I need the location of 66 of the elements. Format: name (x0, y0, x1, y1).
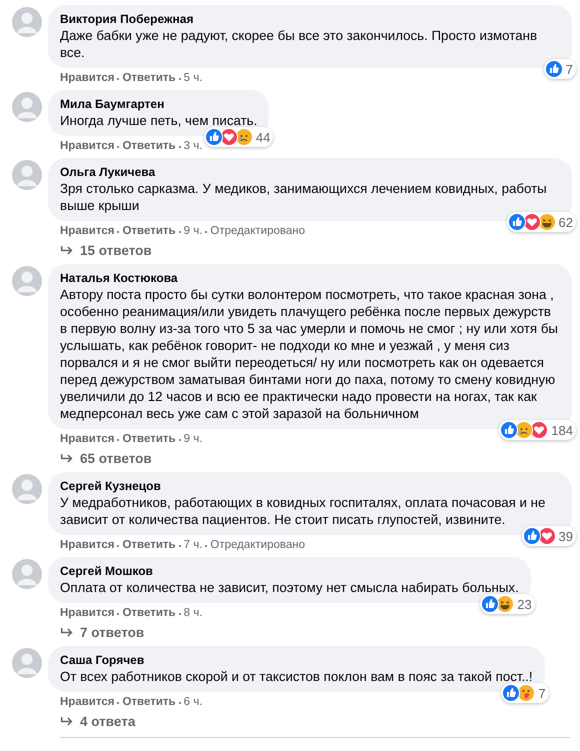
reply-arrow-icon (60, 716, 74, 727)
reactions-badge[interactable]: 7 (501, 683, 549, 703)
comment-action-link[interactable]: Нравится (60, 71, 114, 86)
avatar-icon[interactable] (12, 7, 42, 37)
comment-time[interactable]: 9 ч. (184, 224, 202, 239)
comment-text: Иногда лучше петь, чем писать. (60, 112, 258, 129)
comment-action-link[interactable]: Нравится (60, 139, 114, 154)
comment-time[interactable]: 8 ч. (184, 606, 202, 621)
comment-text: У медработников, работающих в ковидных госпиталях, оплата почасовая и не зависит от количества пациентов. Не стоит писать глупостей, извините. (60, 494, 546, 528)
reactions-badge[interactable]: 23 (480, 594, 535, 614)
comment-action-link[interactable]: Ответить (122, 695, 176, 710)
comment-text: Даже бабки уже не радуют, скорее бы все это закончилось. Просто измотанв все. (60, 27, 538, 61)
reaction-count: 62 (558, 214, 573, 230)
avatar-icon[interactable] (12, 92, 42, 122)
comment-text: Зря столько сарказма. У медиков, занимающихся лечением ковидных, работы выше крыши (60, 180, 548, 214)
reactions-badge[interactable]: 62 (506, 212, 576, 232)
author-name[interactable]: Виктория Побережная (60, 11, 560, 27)
comment-action-link[interactable]: Нравится (60, 606, 114, 621)
comment-action-link[interactable]: Ответить (122, 224, 176, 239)
comment-time[interactable]: 3 ч. (184, 139, 202, 154)
comment-time[interactable]: 5 ч. (184, 71, 202, 86)
author-name[interactable]: Сергей Мошков (60, 563, 519, 579)
comment-action-link[interactable]: Ответить (122, 538, 176, 553)
reactions-badge[interactable]: 184 (499, 420, 576, 440)
comment-action-link[interactable]: Нравится (60, 224, 114, 239)
reaction-count: 7 (538, 686, 546, 700)
reply-arrow-icon (60, 245, 74, 256)
comment-action-link[interactable]: Нравится (60, 538, 114, 553)
author-name[interactable]: Наталья Костюкова (60, 270, 560, 286)
comment-action-link[interactable]: Ответить (122, 606, 176, 621)
reactions-badge[interactable]: 7 (544, 59, 576, 79)
avatar-icon[interactable] (12, 266, 42, 296)
reaction-count: 23 (517, 596, 532, 612)
avatar-icon[interactable] (12, 160, 42, 190)
comment-action-link[interactable]: Нравится (60, 695, 114, 710)
avatar-icon[interactable] (12, 474, 42, 504)
comment-action-link[interactable]: Ответить (122, 432, 176, 447)
author-name[interactable]: Сергей Кузнецов (60, 478, 560, 494)
reply-arrow-icon (60, 453, 74, 464)
comment-text: Автору поста просто бы сутки волонтером посмотреть, что такое красная зона , особенно реанимация/или увидеть плачущего ребёнка после первых дежурств в первую волну из-за того что 5 за час умерли и помочь не смог ; ну или хотя бы услышать, как ребёнок говорит- не подходи ко мне и уезжай , у меня сиз порвался и я не смог выйти переодеться/ ну или посмотреть как он одевается перед дежурством заматывая бинтами ноги до паха, потому то смену ковидную увеличили до 12 часов и всю ее практически надо провести на ногах, так как медперсонал весь уже сам с этой заразой на больничном (60, 286, 559, 422)
view-replies-link[interactable]: 7 ответов (60, 625, 144, 640)
reactions-badge[interactable]: 44 (204, 127, 274, 147)
edited-label: Отредактировано (210, 224, 306, 239)
avatar-icon[interactable] (12, 648, 42, 678)
author-name[interactable]: Саша Горячев (60, 652, 533, 668)
view-replies-link[interactable]: 65 ответов (60, 451, 152, 466)
comment-action-link[interactable]: Нравится (60, 432, 114, 447)
comment-text: Оплата от количества не зависит, поэтому нет смысла набирать больных. (60, 579, 519, 596)
reply-arrow-icon (60, 627, 74, 638)
edited-label: Отредактировано (210, 538, 306, 553)
comment-action-link[interactable]: Ответить (122, 139, 176, 154)
comment-text: От всех работников скорой и от таксистов поклон вам в пояс за такой пост..! (60, 668, 533, 685)
reaction-count: 7 (566, 62, 573, 76)
reactions-badge[interactable]: 39 (522, 526, 576, 546)
comment-action-link[interactable]: Ответить (122, 71, 176, 86)
comment-time[interactable]: 7 ч. (184, 538, 202, 553)
reaction-count: 44 (256, 130, 270, 144)
author-name[interactable]: Мила Баумгартен (60, 96, 258, 112)
author-name[interactable]: Ольга Лукичева (60, 164, 560, 180)
reaction-count: 39 (558, 528, 573, 544)
reaction-count: 184 (551, 422, 573, 438)
comment-time[interactable]: 9 ч. (184, 432, 202, 447)
view-replies-link[interactable]: 4 ответа (60, 714, 136, 729)
avatar-icon[interactable] (12, 559, 42, 589)
comment-time[interactable]: 6 ч. (184, 695, 202, 710)
view-replies-link[interactable]: 15 ответов (60, 243, 152, 258)
